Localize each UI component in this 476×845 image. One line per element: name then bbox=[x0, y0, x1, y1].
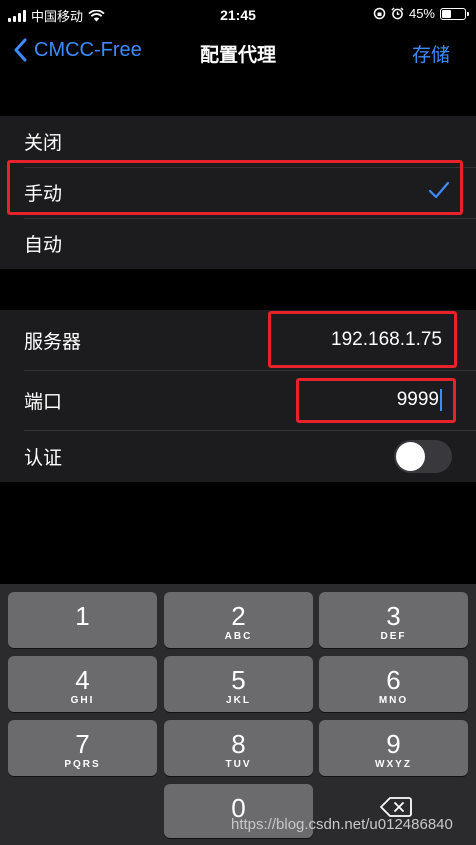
key-letters: ABC bbox=[224, 631, 253, 642]
key-number: 8 bbox=[231, 729, 246, 759]
key-3[interactable]: 3 DEF bbox=[319, 592, 468, 648]
key-5[interactable]: 5 JKL bbox=[164, 656, 313, 712]
key-letters: WXYZ bbox=[375, 759, 412, 770]
key-number: 6 bbox=[386, 665, 401, 695]
option-label: 自动 bbox=[24, 235, 63, 256]
proxy-mode-group: 关闭 手动 自动 bbox=[0, 116, 476, 269]
key-letters: TUV bbox=[225, 759, 252, 770]
watermark-text: https://blog.csdn.net/u012486840 bbox=[231, 816, 453, 833]
battery-fill bbox=[442, 9, 451, 18]
auth-label: 认证 bbox=[24, 447, 63, 469]
port-label: 端口 bbox=[24, 391, 63, 413]
key-number: 7 bbox=[75, 729, 90, 759]
proxy-option-off[interactable]: 关闭 bbox=[0, 116, 476, 167]
port-row: 端口 9999 bbox=[0, 370, 476, 430]
orientation-lock-icon bbox=[373, 7, 386, 20]
key-letters: JKL bbox=[226, 695, 251, 706]
key-letters: GHI bbox=[70, 695, 95, 706]
checkmark-icon bbox=[428, 181, 450, 199]
option-label: 手动 bbox=[24, 184, 63, 205]
toggle-knob bbox=[396, 442, 425, 471]
key-8[interactable]: 8 TUV bbox=[164, 720, 313, 776]
back-label: CMCC-Free bbox=[34, 38, 142, 61]
key-number: 2 bbox=[231, 601, 246, 631]
key-number: 4 bbox=[75, 665, 90, 695]
text-cursor bbox=[440, 388, 442, 411]
battery-percent: 45% bbox=[408, 6, 435, 21]
backspace-icon[interactable] bbox=[380, 796, 412, 818]
battery-icon bbox=[440, 7, 469, 20]
server-label: 服务器 bbox=[24, 331, 82, 353]
key-letters: DEF bbox=[380, 631, 407, 642]
back-button[interactable]: CMCC-Free bbox=[14, 38, 142, 62]
alarm-icon bbox=[391, 7, 404, 20]
status-bar: 中国移动 21:45 45% bbox=[0, 0, 476, 30]
auth-row: 认证 bbox=[0, 430, 476, 482]
port-input[interactable]: 9999 bbox=[396, 388, 442, 411]
key-9[interactable]: 9 WXYZ bbox=[319, 720, 468, 776]
auth-toggle[interactable] bbox=[394, 440, 452, 473]
key-number: 5 bbox=[231, 665, 246, 695]
proxy-settings-group: 服务器 192.168.1.75 端口 9999 认证 bbox=[0, 310, 476, 482]
proxy-option-auto[interactable]: 自动 bbox=[0, 218, 476, 269]
port-value: 9999 bbox=[396, 389, 439, 410]
key-number: 3 bbox=[386, 601, 401, 631]
key-1[interactable]: 1 bbox=[8, 592, 157, 648]
key-number: 1 bbox=[75, 601, 90, 631]
key-4[interactable]: 4 GHI bbox=[8, 656, 157, 712]
nav-bar: CMCC-Free 配置代理 存储 bbox=[0, 30, 476, 76]
save-button[interactable]: 存储 bbox=[412, 40, 450, 67]
option-label: 关闭 bbox=[24, 133, 63, 154]
key-letters: PQRS bbox=[64, 759, 101, 770]
key-7[interactable]: 7 PQRS bbox=[8, 720, 157, 776]
proxy-option-manual[interactable]: 手动 bbox=[0, 167, 476, 218]
chevron-left-icon bbox=[14, 38, 27, 62]
server-input[interactable]: 192.168.1.75 bbox=[331, 329, 442, 351]
key-letters: MNO bbox=[378, 695, 409, 706]
key-6[interactable]: 6 MNO bbox=[319, 656, 468, 712]
status-right: 45% bbox=[373, 6, 469, 21]
key-number: 9 bbox=[386, 729, 401, 759]
key-2[interactable]: 2 ABC bbox=[164, 592, 313, 648]
server-row: 服务器 192.168.1.75 bbox=[0, 310, 476, 370]
